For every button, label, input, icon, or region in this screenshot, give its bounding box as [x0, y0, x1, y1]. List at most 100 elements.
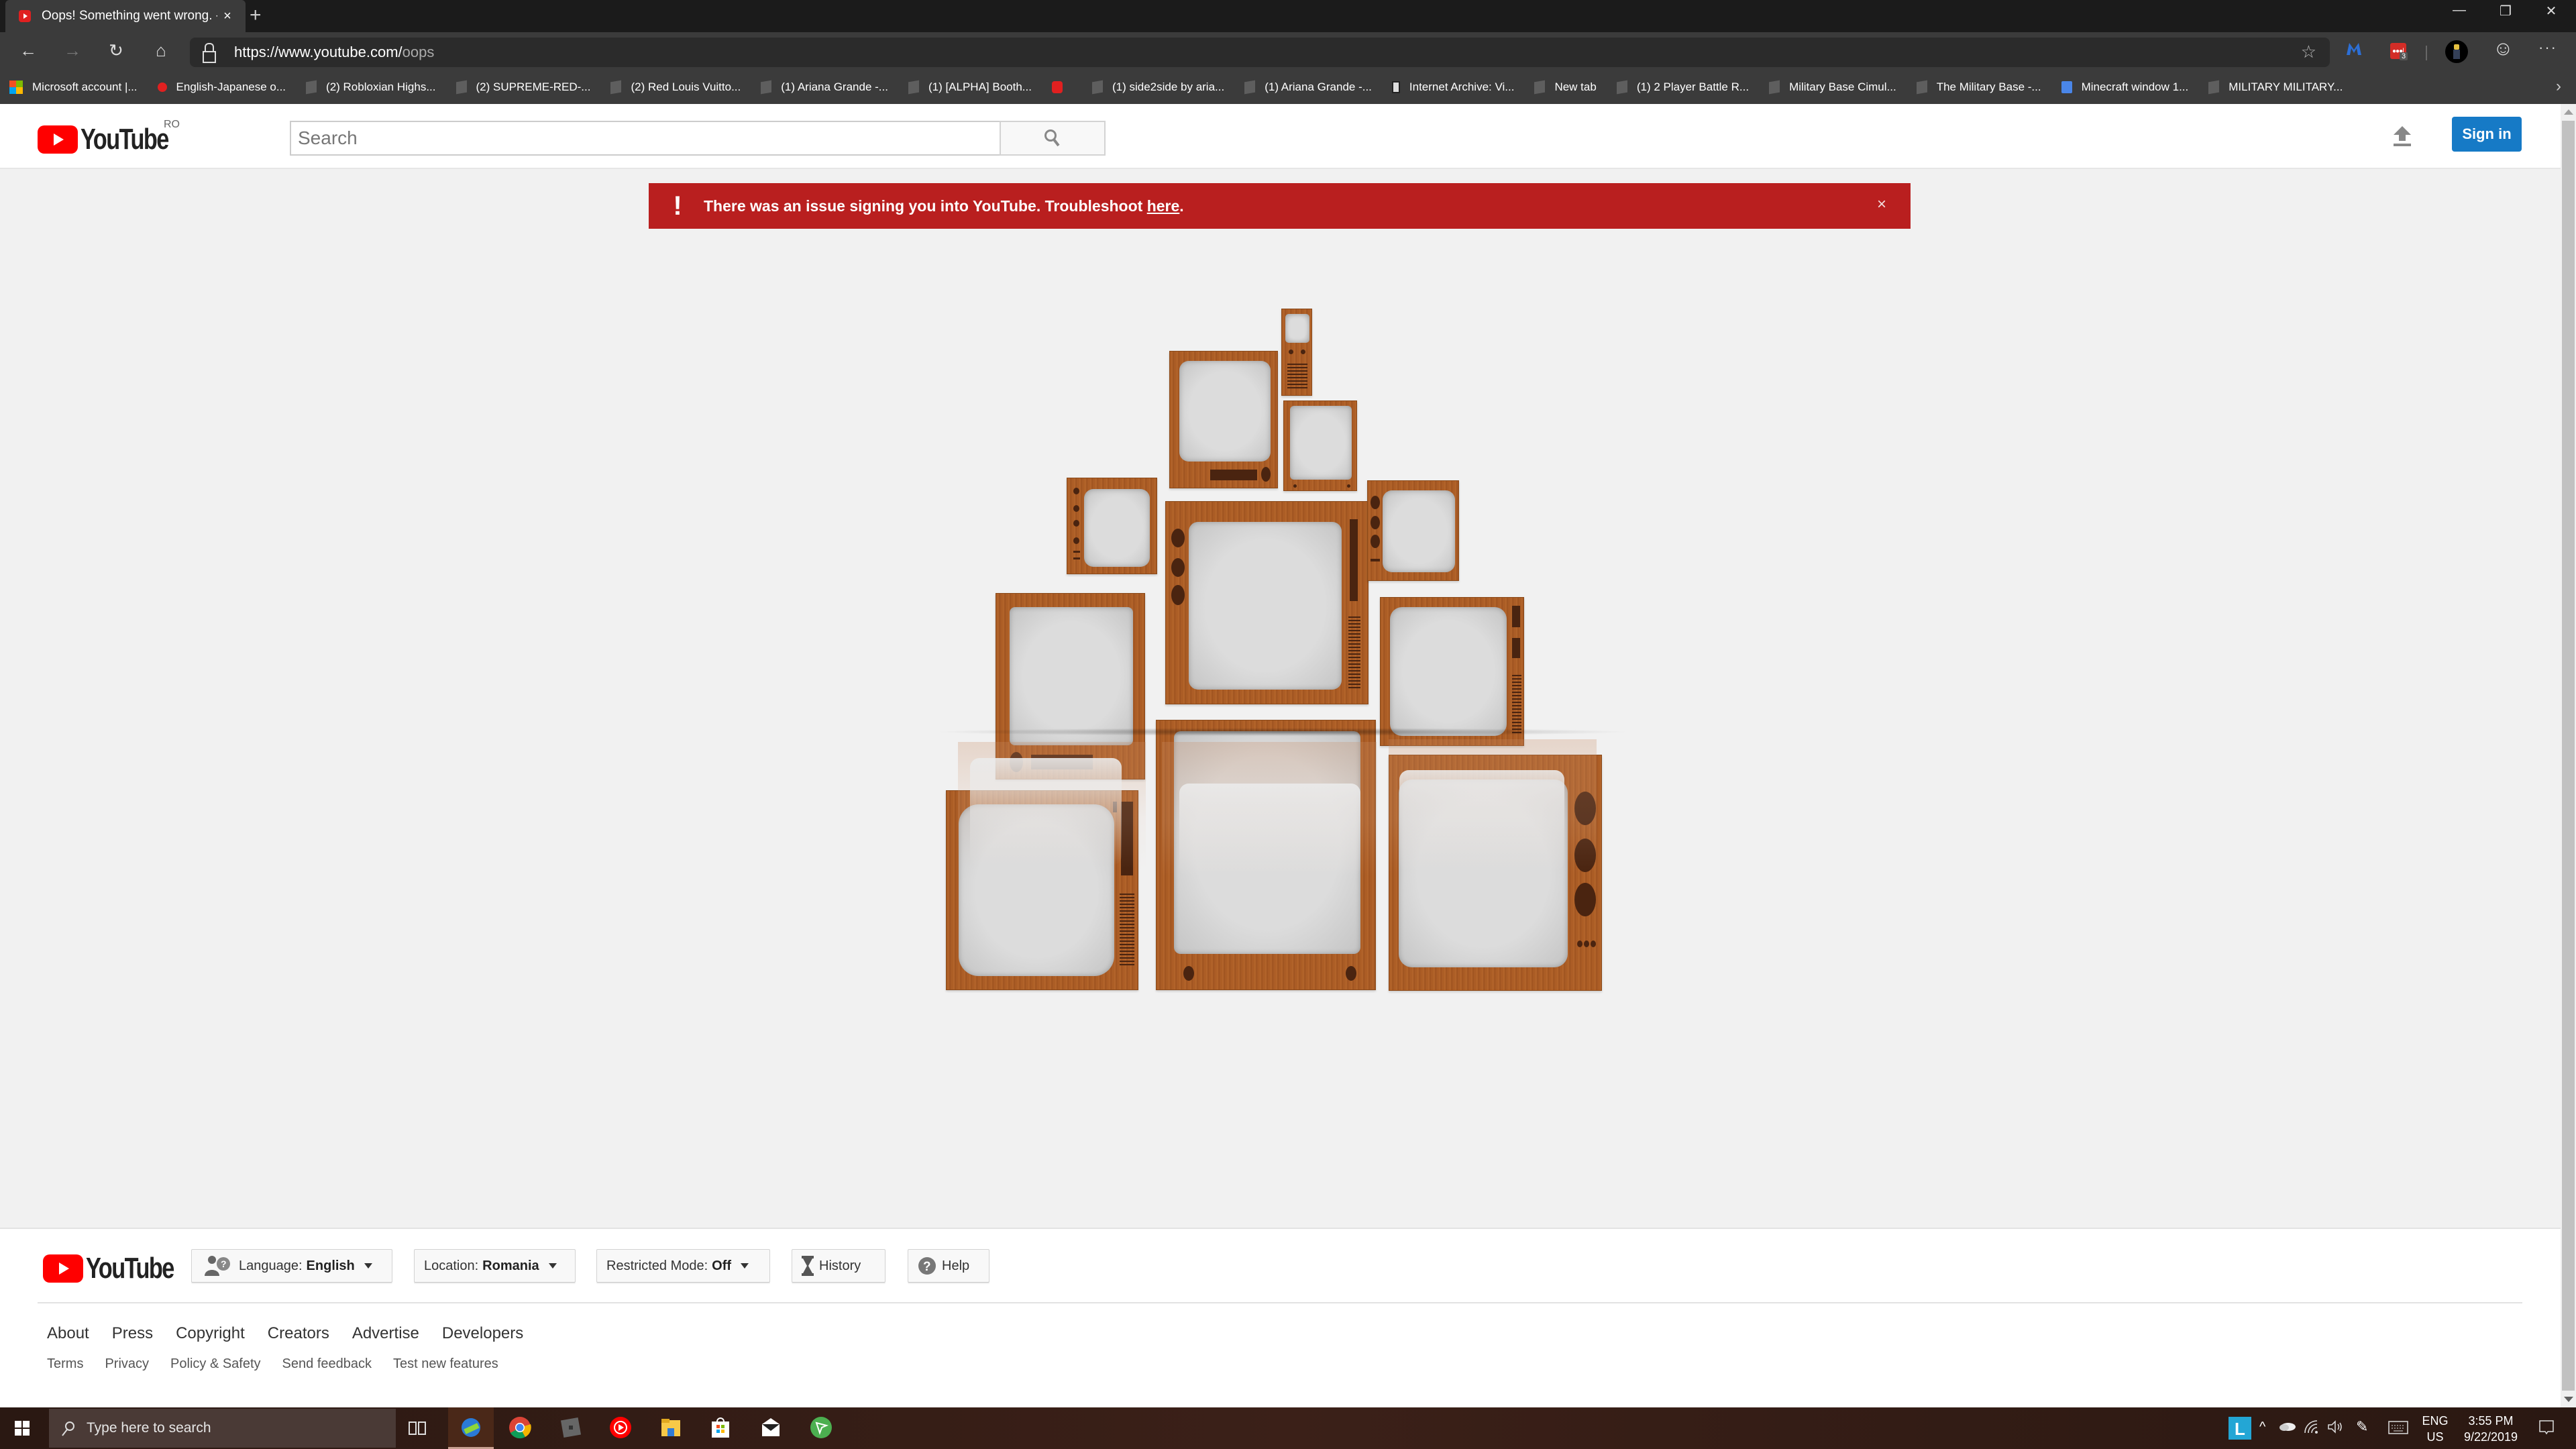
bookmark-item[interactable]: (2) Robloxian Highs... — [306, 80, 436, 95]
edge-dev-taskbar-button[interactable] — [448, 1407, 494, 1449]
onedrive-icon[interactable] — [2279, 1421, 2296, 1435]
footer-youtube-logo[interactable]: YouTube — [43, 1252, 199, 1285]
chevron-down-icon — [548, 1263, 557, 1269]
bookmark-item[interactable]: (1) side2side by aria... — [1091, 80, 1224, 95]
tv-reflection — [1162, 742, 1377, 876]
taskbar-search-box[interactable]: Type here to search — [49, 1409, 396, 1448]
footer-link-developers[interactable]: Developers — [442, 1324, 523, 1343]
region-code: RO — [164, 119, 180, 130]
search-button[interactable] — [1000, 121, 1106, 156]
sign-in-button[interactable]: Sign in — [2452, 117, 2522, 152]
profile-avatar[interactable] — [2445, 40, 2468, 63]
task-view-icon[interactable] — [408, 1418, 431, 1442]
browser-tab-active[interactable]: Oops! Something went wrong. - × — [5, 0, 246, 32]
bookmark-item[interactable]: (1) [ALPHA] Booth... — [908, 80, 1032, 95]
footer-link-copyright[interactable]: Copyright — [176, 1324, 245, 1343]
input-language-indicator[interactable]: ENG US — [2422, 1413, 2449, 1445]
help-button[interactable]: ? Help — [908, 1249, 989, 1283]
sign-in-error-banner: ! There was an issue signing you into Yo… — [649, 183, 1911, 229]
footer-link-privacy[interactable]: Privacy — [105, 1356, 149, 1372]
bookmarks-overflow-chevron-icon[interactable]: › — [2556, 77, 2561, 96]
bookmark-item[interactable]: (2) Red Louis Vuitto... — [610, 80, 741, 95]
wifi-icon[interactable] — [2304, 1419, 2318, 1438]
footer-link-advertise[interactable]: Advertise — [352, 1324, 419, 1343]
footer-link-about[interactable]: About — [47, 1324, 89, 1343]
roblox-icon — [908, 80, 919, 95]
pen-workspace-icon[interactable]: ✎ — [2356, 1418, 2368, 1436]
reload-button[interactable]: ↻ — [103, 40, 129, 61]
bookmark-item[interactable]: (1) Ariana Grande -... — [1244, 80, 1372, 95]
bookmark-item[interactable]: Microsoft account |... — [9, 80, 138, 94]
address-bar[interactable]: https://www.youtube.com/oops ☆ — [190, 38, 2330, 67]
roblox-icon[interactable] — [559, 1416, 582, 1440]
lastpass-extension-icon[interactable]: ●●●| 3 — [2390, 43, 2408, 60]
search-input[interactable]: Search — [290, 121, 1000, 156]
tv-upper-left — [1169, 351, 1278, 488]
mail-icon[interactable] — [759, 1416, 782, 1440]
language-picker-button[interactable]: ? Language: English — [191, 1249, 392, 1283]
input-region: US — [2426, 1430, 2444, 1444]
restricted-mode-label: Restricted Mode: — [606, 1258, 708, 1273]
scrollbar-thumb[interactable] — [2562, 121, 2575, 1391]
roblox-icon — [306, 80, 317, 95]
bookmark-item[interactable]: New tab — [1534, 80, 1597, 95]
bookmark-item[interactable]: Minecraft window 1... — [2061, 80, 2188, 94]
window-close-button[interactable]: ✕ — [2531, 3, 2571, 19]
action-center-icon[interactable] — [2538, 1419, 2555, 1439]
file-explorer-icon[interactable] — [659, 1416, 682, 1440]
history-button[interactable]: History — [792, 1249, 885, 1283]
home-button[interactable]: ⌂ — [148, 40, 174, 61]
forward-button[interactable]: → — [59, 40, 86, 61]
bookmark-item[interactable]: (1) 2 Player Battle R... — [1616, 80, 1749, 95]
bookmark-item[interactable]: Military Base Cimul... — [1769, 80, 1896, 95]
touch-keyboard-icon[interactable] — [2388, 1421, 2408, 1438]
restore-button[interactable]: ❐ — [2485, 3, 2526, 19]
roblox-icon — [2208, 80, 2220, 95]
footer-link-test-new-features[interactable]: Test new features — [393, 1356, 498, 1372]
volume-icon[interactable] — [2327, 1419, 2343, 1438]
footer-link-press[interactable]: Press — [112, 1324, 153, 1343]
location-picker-button[interactable]: Location: Romania — [414, 1249, 576, 1283]
restricted-mode-button[interactable]: Restricted Mode: Off — [596, 1249, 770, 1283]
upload-button[interactable] — [2392, 125, 2412, 148]
footer-link-creators[interactable]: Creators — [268, 1324, 329, 1343]
banner-close-button[interactable]: × — [1877, 195, 1886, 214]
minimize-button[interactable]: — — [2439, 3, 2479, 18]
bookmark-item[interactable]: MILITARY MILITARY... — [2208, 80, 2343, 95]
footer-link-terms[interactable]: Terms — [47, 1356, 83, 1372]
footer-link-policy-safety[interactable]: Policy & Safety — [170, 1356, 261, 1372]
favorite-star-icon[interactable]: ☆ — [2301, 42, 2316, 62]
tab-close-button[interactable]: × — [217, 9, 237, 24]
start-button[interactable] — [15, 1421, 30, 1436]
microsoft-store-icon[interactable] — [709, 1416, 732, 1440]
new-tab-button[interactable]: + — [250, 4, 262, 27]
roblox-icon — [1616, 80, 1627, 95]
youtube-logo[interactable]: YouTube RO — [38, 119, 193, 156]
bookmark-item[interactable]: (1) Ariana Grande -... — [761, 80, 888, 95]
scroll-down-arrow-icon[interactable] — [2564, 1397, 2573, 1402]
restricted-mode-value: Off — [712, 1258, 732, 1273]
clock-time: 3:55 PM — [2468, 1414, 2514, 1428]
malwarebytes-extension-icon[interactable] — [2345, 42, 2363, 60]
edge-dev-icon — [462, 1418, 480, 1437]
youtube-music-icon[interactable] — [609, 1416, 632, 1440]
feedback-smiley-icon[interactable]: ☺ — [2493, 38, 2514, 60]
search-icon — [62, 1421, 74, 1436]
bookmark-item[interactable]: English-Japanese o... — [157, 80, 286, 94]
tray-overflow-chevron-icon[interactable]: ^ — [2259, 1419, 2265, 1435]
footer-link-send-feedback[interactable]: Send feedback — [282, 1356, 372, 1372]
back-button[interactable]: ← — [15, 40, 42, 61]
troubleshoot-link[interactable]: here — [1147, 197, 1180, 215]
more-menu-icon[interactable]: ··· — [2538, 39, 2557, 56]
page-scrollbar[interactable] — [2561, 104, 2576, 1407]
bookmark-item[interactable]: The Military Base -... — [1916, 80, 2041, 95]
bookmark-item[interactable]: Internet Archive: Vi... — [1391, 80, 1514, 94]
bookmark-item[interactable]: (2) SUPREME-RED-... — [455, 80, 590, 95]
bookmark-item[interactable] — [1051, 81, 1072, 93]
scroll-up-arrow-icon[interactable] — [2564, 109, 2573, 115]
taskbar-clock[interactable]: 3:55 PM 9/22/2019 — [2461, 1413, 2521, 1445]
roblox-icon — [610, 80, 622, 95]
tray-l-app-icon[interactable]: L — [2229, 1417, 2251, 1440]
vpn-app-icon[interactable] — [810, 1416, 833, 1440]
chrome-icon[interactable] — [508, 1416, 531, 1440]
